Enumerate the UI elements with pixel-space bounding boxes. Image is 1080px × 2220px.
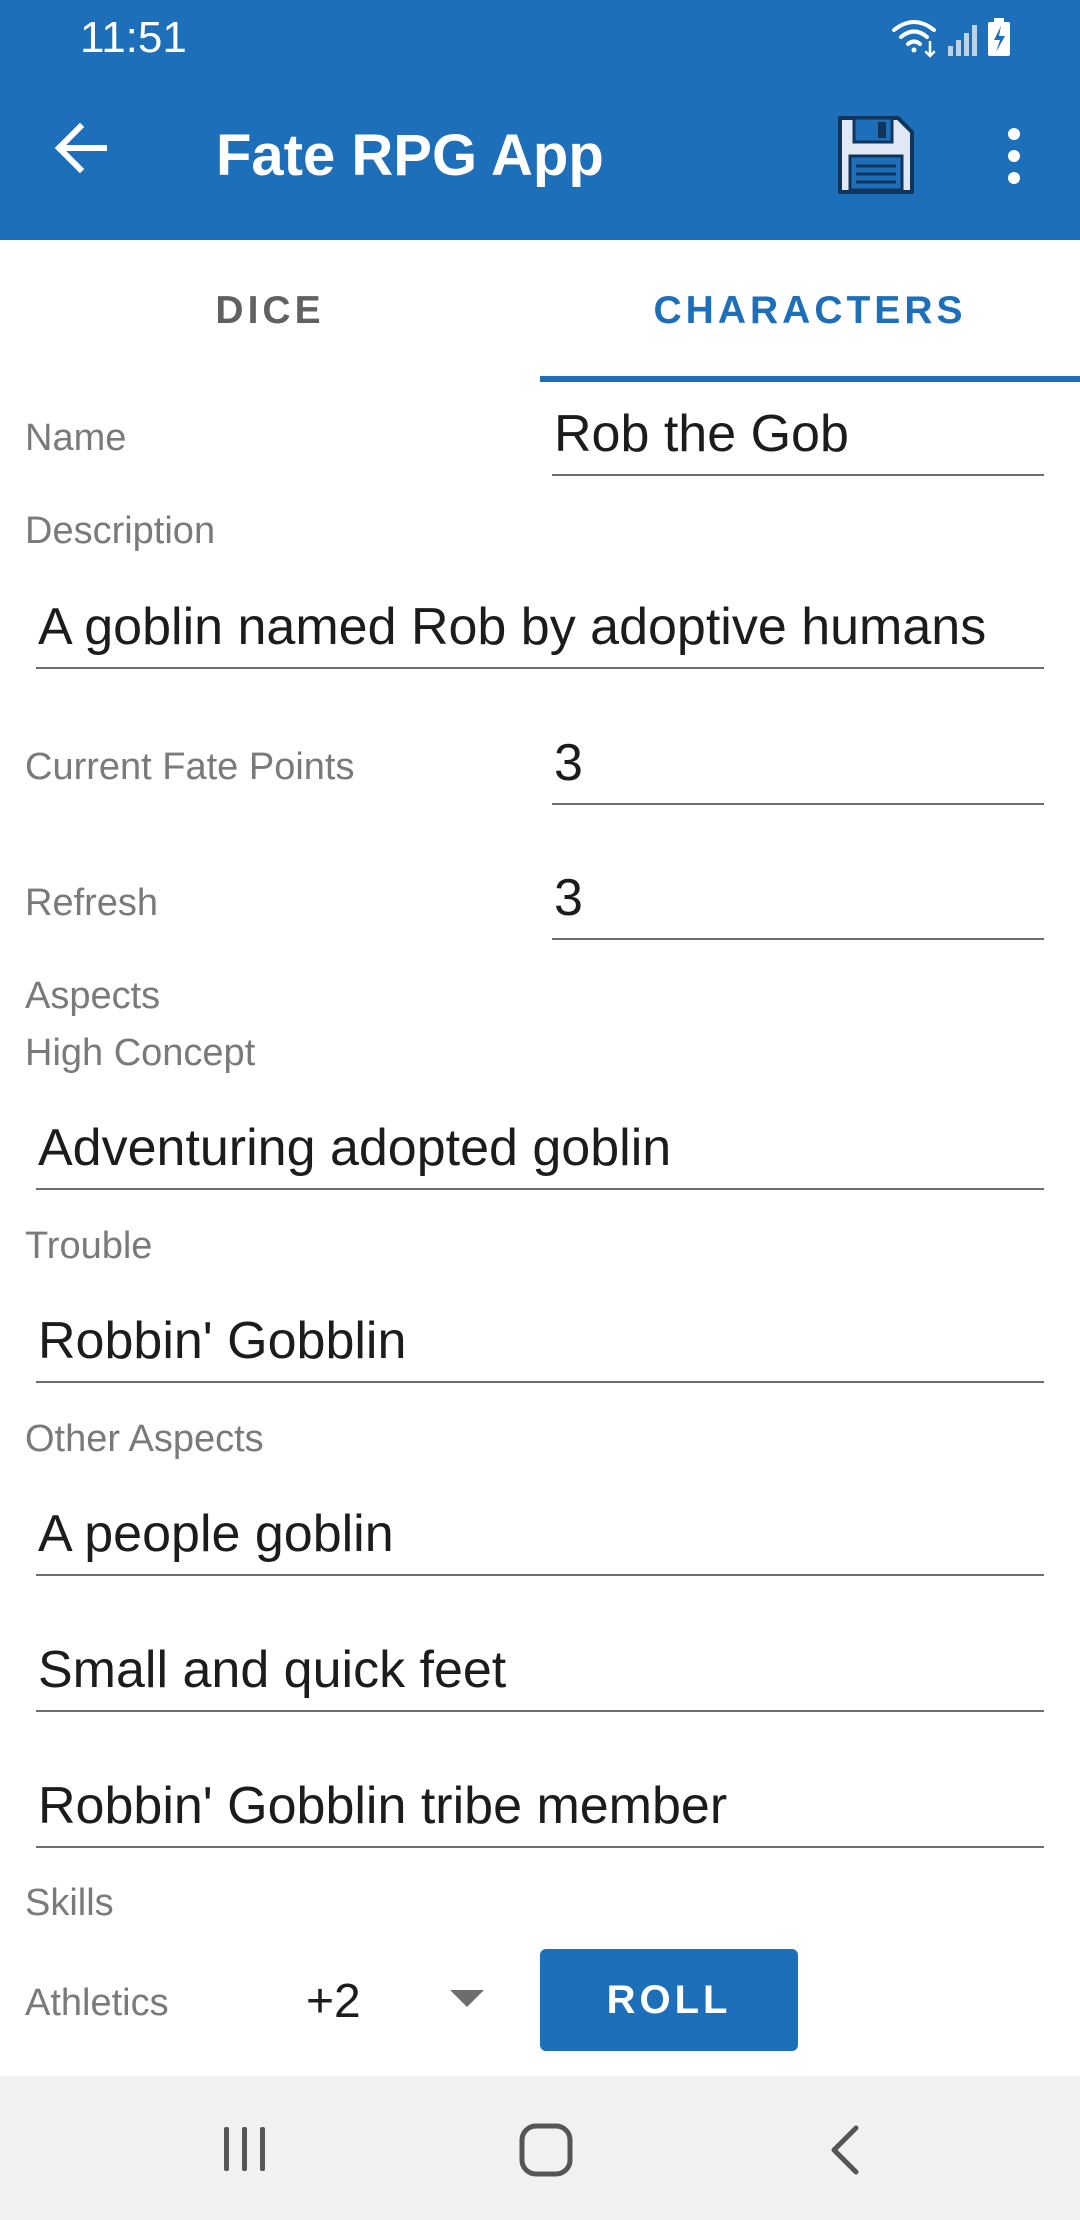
trouble-field[interactable]: Robbin' Gobblin xyxy=(36,1309,1044,1383)
recent-apps-icon[interactable] xyxy=(220,2124,270,2174)
roll-button[interactable]: ROLL xyxy=(540,1949,798,2051)
high-concept-field[interactable]: Adventuring adopted goblin xyxy=(36,1116,1044,1190)
other-aspect-field-3[interactable]: Robbin' Gobblin tribe member xyxy=(36,1774,1044,1848)
name-label: Name xyxy=(25,417,127,459)
fate-points-label: Current Fate Points xyxy=(25,746,355,788)
status-time: 11:51 xyxy=(80,13,187,62)
status-icons xyxy=(890,16,1030,60)
tab-indicator xyxy=(540,376,1080,382)
chevron-down-icon[interactable] xyxy=(450,1990,484,2007)
name-field[interactable]: Rob the Gob xyxy=(552,402,1044,476)
back-arrow-icon xyxy=(54,122,107,174)
skill-name: Athletics xyxy=(25,1982,169,2024)
save-icon xyxy=(838,116,914,194)
description-label: Description xyxy=(25,510,216,552)
battery-icon xyxy=(988,18,1010,56)
tab-bar: DICE CHARACTERS xyxy=(0,240,1080,382)
more-options-button[interactable] xyxy=(994,124,1034,188)
status-icons-group xyxy=(892,18,1010,58)
aspects-label: Aspects xyxy=(25,975,161,1017)
high-concept-label: High Concept xyxy=(25,1032,256,1074)
refresh-label: Refresh xyxy=(25,882,159,924)
nav-back-icon[interactable] xyxy=(826,2124,866,2176)
skills-label: Skills xyxy=(25,1882,114,1924)
skill-value-select[interactable]: +2 xyxy=(306,1972,361,2032)
trouble-label: Trouble xyxy=(25,1225,153,1267)
app-bar: 11:51 Fate RPG App xyxy=(0,0,1080,240)
app-title: Fate RPG App xyxy=(216,123,604,188)
refresh-field[interactable]: 3 xyxy=(552,866,1044,940)
save-button[interactable] xyxy=(836,114,916,196)
more-vert-icon xyxy=(1008,128,1020,184)
home-icon[interactable] xyxy=(518,2122,574,2178)
description-field[interactable]: A goblin named Rob by adoptive humans xyxy=(36,595,1044,669)
signal-icon xyxy=(948,25,977,56)
fate-points-field[interactable]: 3 xyxy=(552,731,1044,805)
other-aspects-label: Other Aspects xyxy=(25,1418,264,1460)
wifi-icon xyxy=(892,20,936,58)
tab-characters[interactable]: CHARACTERS xyxy=(540,240,1080,382)
back-button[interactable] xyxy=(46,112,118,184)
other-aspect-field-1[interactable]: A people goblin xyxy=(36,1502,1044,1576)
system-nav-bar xyxy=(0,2076,1080,2220)
other-aspect-field-2[interactable]: Small and quick feet xyxy=(36,1638,1044,1712)
tab-dice[interactable]: DICE xyxy=(0,240,540,382)
